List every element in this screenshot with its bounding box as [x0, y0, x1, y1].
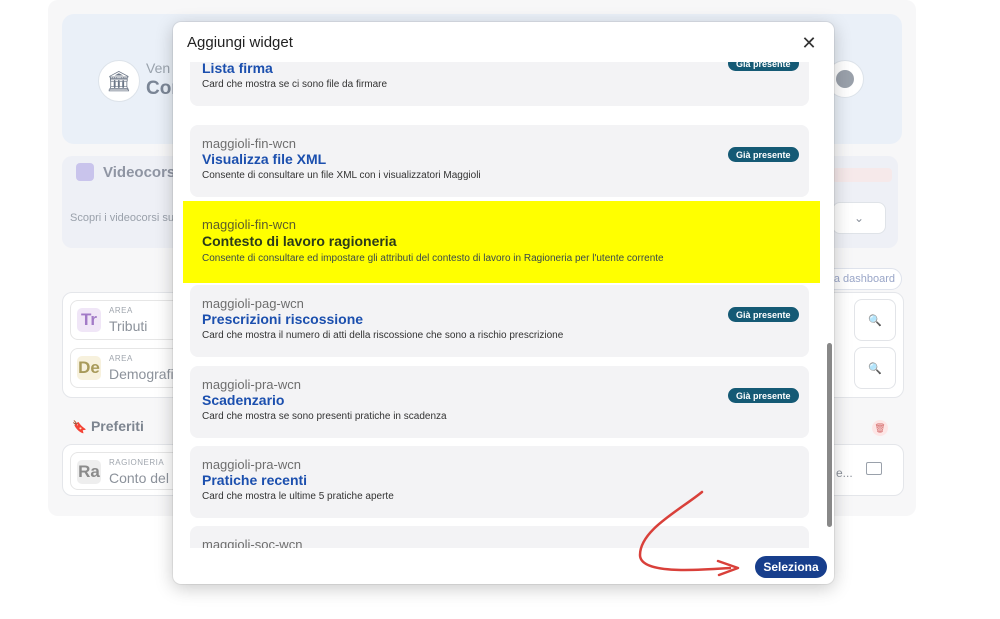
widget-title: Contesto di lavoro ragioneria [202, 233, 397, 249]
widget-source: maggioli-fin-wcn [202, 136, 296, 151]
videocorsi-title: Videocorsi [103, 164, 180, 181]
widget-description: Consente di consultare ed impostare gli … [202, 253, 664, 264]
widget-card[interactable]: maggioli-pra-wcn Scadenzario Card che mo… [190, 366, 809, 438]
widget-source: maggioli-pra-wcn [202, 377, 301, 392]
bookmark-icon: 🔖 [72, 420, 87, 434]
widget-title: Pratiche recenti [202, 472, 308, 488]
favorites-title: 🔖 Preferiti [72, 418, 144, 434]
widget-card[interactable]: maggioli-pra-wcn Pratiche recenti Card c… [190, 446, 809, 518]
trash-icon[interactable]: 🗑 [872, 420, 888, 436]
widget-source: maggioli-fin-wcn [202, 217, 296, 232]
widget-card[interactable]: maggioli-fin-wcn Visualizza file XML Con… [190, 125, 809, 197]
widget-description: Card che mostra le ultime 5 pratiche ape… [202, 491, 394, 502]
area-label: AREA [109, 306, 133, 315]
hero-line1: Ven [146, 60, 171, 76]
widget-card[interactable]: maggioli-doc-wcn Lista firma Card che mo… [190, 62, 809, 106]
area-card-tributi[interactable]: Tr AREA Tributi [70, 300, 182, 340]
search-icon[interactable]: 🔍 [854, 347, 896, 389]
widget-card-selected[interactable]: maggioli-fin-wcn Contesto di lavoro ragi… [183, 201, 820, 283]
videocorsi-description: Scopri i videocorsi su [70, 212, 174, 224]
area-name: Demografi [109, 366, 174, 382]
widget-description: Card che mostra se ci sono file da firma… [202, 79, 388, 90]
widget-description: Card che mostra se sono presenti pratich… [202, 411, 447, 422]
favorite-card-truncated: e... [836, 466, 853, 480]
already-present-badge: Già presente [728, 307, 799, 322]
scrollbar[interactable] [827, 343, 832, 527]
bank-icon: 🏛 [98, 60, 140, 102]
area-name: Tributi [109, 318, 148, 334]
videocorsi-dropdown[interactable]: ⌄ [832, 202, 886, 234]
widget-list[interactable]: maggioli-doc-wcn Lista firma Card che mo… [173, 62, 834, 548]
widget-description: Card che mostra il numero di atti della … [202, 330, 564, 341]
add-widget-dialog: Aggiungi widget ✕ maggioli-doc-wcn Lista… [173, 22, 834, 584]
widget-title: Scadenzario [202, 392, 285, 408]
already-present-badge: Già presente [728, 388, 799, 403]
area-badge: Ra [77, 460, 101, 484]
area-card-demografici[interactable]: De AREA Demografi [70, 348, 182, 388]
widget-source: maggioli-pag-wcn [202, 296, 304, 311]
area-label: AREA [109, 354, 133, 363]
close-icon[interactable]: ✕ [798, 32, 820, 54]
widget-title: Prescrizioni riscossione [202, 311, 364, 327]
dialog-title: Aggiungi widget [187, 34, 293, 51]
widget-description: Consente di consultare un file XML con i… [202, 170, 481, 181]
chevron-down-icon: ⌄ [853, 211, 865, 225]
video-icon [76, 163, 94, 181]
widget-title: Lista firma [202, 62, 273, 76]
folder-icon[interactable] [866, 462, 882, 475]
widget-source: maggioli-soc-wcn [202, 537, 303, 548]
area-badge: Tr [77, 308, 101, 332]
dashboard-link[interactable]: a dashboard [824, 268, 902, 290]
area-label: RAGIONERIA [109, 458, 165, 467]
videocorsi-accent [832, 168, 892, 182]
search-icon[interactable]: 🔍 [854, 299, 896, 341]
widget-source: maggioli-pra-wcn [202, 457, 301, 472]
already-present-badge: Già presente [728, 62, 799, 71]
widget-title: Visualizza file XML [202, 151, 327, 167]
already-present-badge: Già presente [728, 147, 799, 162]
area-badge: De [77, 356, 101, 380]
widget-card[interactable]: maggioli-pag-wcn Prescrizioni riscossion… [190, 285, 809, 357]
favorite-card[interactable]: Ra RAGIONERIA Conto del [70, 452, 182, 490]
area-name: Conto del [109, 470, 169, 486]
select-button[interactable]: Seleziona [755, 556, 827, 578]
widget-card[interactable]: maggioli-soc-wcn [190, 526, 809, 548]
